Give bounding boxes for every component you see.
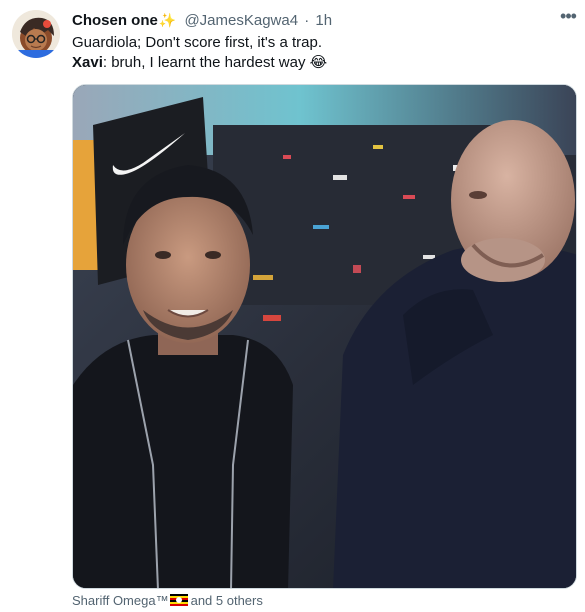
tweet-photo[interactable] — [72, 84, 577, 589]
photo-image — [73, 85, 576, 588]
more-options-icon[interactable]: ••• — [556, 7, 580, 30]
dot-separator: · — [304, 12, 310, 29]
avatar-image — [12, 10, 60, 58]
uganda-flag-icon — [169, 594, 188, 606]
author-handle[interactable]: @JamesKagwa4 — [184, 12, 298, 29]
speaker-name: Xavi — [72, 54, 103, 71]
author-name[interactable]: Chosen one — [72, 12, 158, 29]
tweet-text-line-2: Xavi: bruh, I learnt the hardest way 😂 — [72, 53, 327, 72]
tagged-people[interactable]: Shariff Omega™ and 5 others — [72, 593, 263, 609]
avatar[interactable] — [12, 10, 60, 58]
tweet-text: : bruh, I learnt the hardest way — [102, 54, 310, 71]
tweet-header: Chosen one✨ @JamesKagwa4 · 1h — [72, 11, 332, 30]
tweet-card[interactable]: Chosen one✨ @JamesKagwa4 · 1h ••• Guardi… — [0, 0, 585, 612]
tweet-text-line-1: Guardiola; Don't score first, it's a tra… — [72, 34, 322, 51]
tagged-others[interactable]: and 5 others — [191, 593, 263, 608]
sparkle-icon: ✨ — [158, 12, 177, 28]
laughing-emoji-icon: 😂 — [309, 54, 328, 71]
tagged-name[interactable]: Shariff Omega™ — [72, 593, 169, 608]
timestamp[interactable]: 1h — [315, 12, 332, 29]
